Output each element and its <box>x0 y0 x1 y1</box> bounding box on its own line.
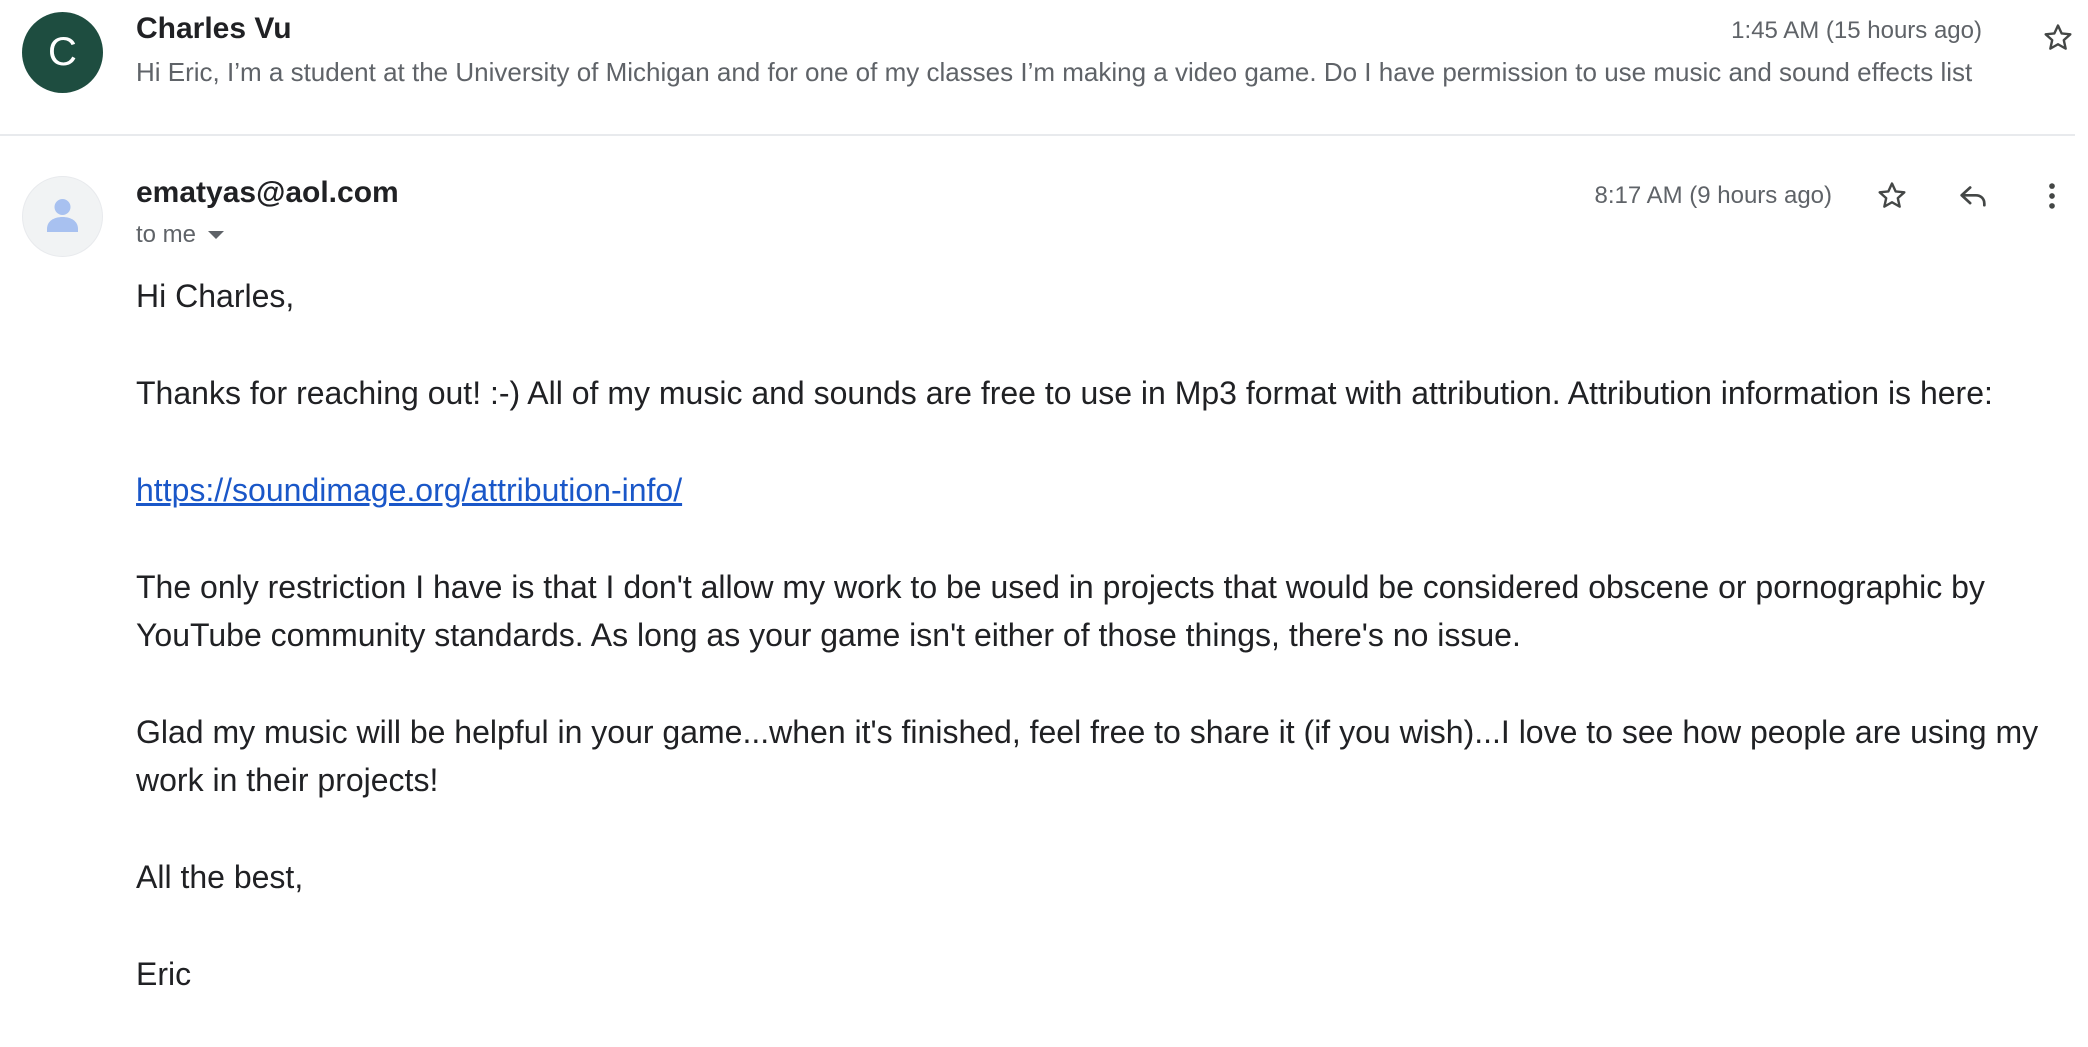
collapsed-message[interactable]: C Charles Vu 1:45 AM (15 hours ago) Hi E… <box>0 0 2075 136</box>
person-icon <box>22 176 103 257</box>
message-body: Hi Charles, Thanks for reaching out! :-)… <box>136 272 2076 1047</box>
sender-name: Charles Vu <box>136 12 292 45</box>
star-icon[interactable] <box>1870 174 1914 218</box>
expanded-message: ematyas@aol.com to me 8:17 AM (9 hours a… <box>0 136 2088 1000</box>
reply-icon[interactable] <box>1951 174 1995 218</box>
closing: All the best, <box>136 859 304 895</box>
link-paragraph: https://soundimage.org/attribution-info/ <box>136 466 2076 514</box>
recipient-label: to me <box>136 221 197 248</box>
chevron-down-icon[interactable] <box>208 231 225 239</box>
more-vert-icon[interactable] <box>2030 174 2074 218</box>
sender-email: ematyas@aol.com <box>136 176 399 209</box>
sender-avatar: C <box>22 12 103 93</box>
message-snippet: Hi Eric, I’m a student at the University… <box>136 57 1973 87</box>
recipient-details-toggle[interactable]: to me <box>136 221 225 249</box>
message-timestamp: 1:45 AM (15 hours ago) <box>1731 17 1982 44</box>
star-icon[interactable] <box>2036 16 2080 60</box>
body-paragraph: Thanks for reaching out! :-) All of my m… <box>136 375 1993 411</box>
greeting: Hi Charles, <box>136 278 295 314</box>
message-timestamp: 8:17 AM (9 hours ago) <box>1594 182 1832 209</box>
body-paragraph: The only restriction I have is that I do… <box>136 569 1985 653</box>
attribution-link[interactable]: https://soundimage.org/attribution-info/ <box>136 472 682 508</box>
body-paragraph: Glad my music will be helpful in your ga… <box>136 714 2039 798</box>
signature: Eric <box>136 956 192 992</box>
